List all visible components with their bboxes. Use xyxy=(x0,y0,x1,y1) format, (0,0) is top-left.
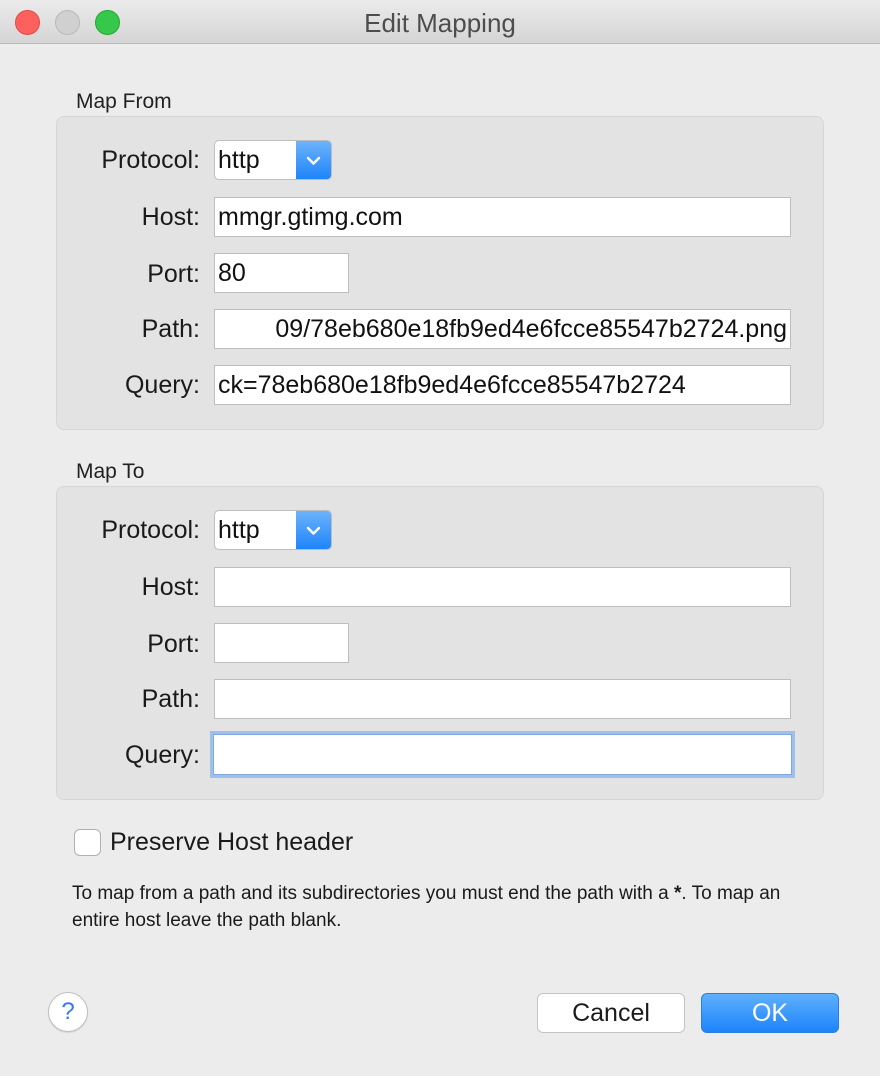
title-bar: Edit Mapping xyxy=(0,0,880,44)
to-port-field[interactable] xyxy=(214,623,349,663)
preserve-host-label[interactable]: Preserve Host header xyxy=(110,828,353,857)
from-path-label: Path: xyxy=(141,315,200,343)
from-query-label: Query: xyxy=(124,371,200,399)
cancel-button[interactable]: Cancel xyxy=(537,993,685,1033)
from-protocol-value: http xyxy=(218,146,260,174)
from-port-label: Port: xyxy=(147,260,200,288)
to-path-label: Path: xyxy=(141,685,200,713)
to-protocol-label: Protocol: xyxy=(101,516,200,544)
preserve-host-checkbox[interactable] xyxy=(74,829,101,856)
from-path-field[interactable]: 09/78eb680e18fb9ed4e6fcce85547b2724.png xyxy=(214,309,791,349)
help-icon[interactable]: ? xyxy=(48,992,88,1032)
map-to-heading: Map To xyxy=(76,460,145,483)
to-host-label: Host: xyxy=(141,573,200,601)
to-query-label: Query: xyxy=(124,741,200,769)
path-hint-text: To map from a path and its subdirectorie… xyxy=(72,880,832,934)
to-port-label: Port: xyxy=(147,630,200,658)
window-title: Edit Mapping xyxy=(364,8,516,38)
map-from-heading: Map From xyxy=(76,90,172,113)
from-host-label: Host: xyxy=(141,203,200,231)
from-query-field[interactable]: ck=78eb680e18fb9ed4e6fcce85547b2724 xyxy=(214,365,791,405)
ok-button[interactable]: OK xyxy=(701,993,839,1033)
to-query-field[interactable] xyxy=(210,731,795,778)
hint-part-1: To map from a path and its subdirectorie… xyxy=(72,883,674,904)
from-host-field[interactable]: mmgr.gtimg.com xyxy=(214,197,791,237)
from-port-field[interactable]: 80 xyxy=(214,253,349,293)
chevron-down-icon xyxy=(296,511,331,549)
to-path-field[interactable] xyxy=(214,679,791,719)
from-protocol-label: Protocol: xyxy=(101,146,200,174)
from-protocol-select[interactable]: http xyxy=(214,140,332,180)
to-protocol-select[interactable]: http xyxy=(214,510,332,550)
chevron-down-icon xyxy=(296,141,331,179)
to-host-field[interactable] xyxy=(214,567,791,607)
to-protocol-value: http xyxy=(218,516,260,544)
